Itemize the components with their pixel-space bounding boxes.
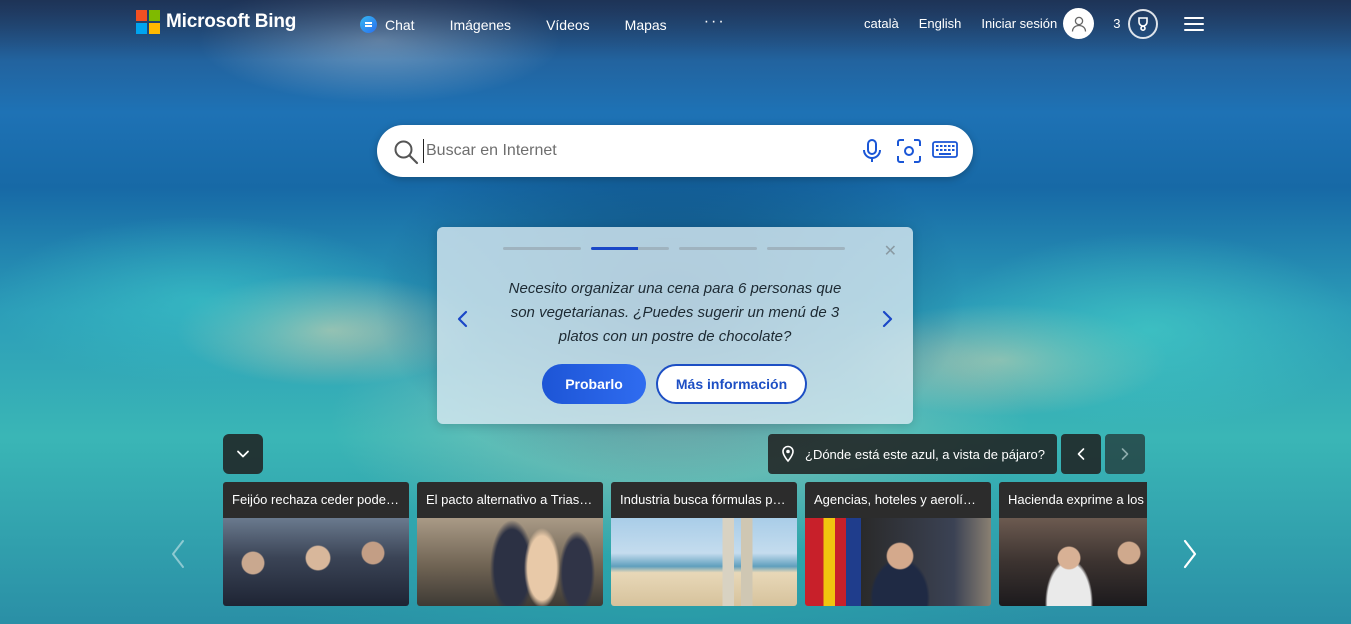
progress-step[interactable]	[679, 247, 757, 250]
progress-step[interactable]	[503, 247, 581, 250]
news-next-arrow-icon[interactable]	[1182, 538, 1198, 575]
news-thumbnail	[999, 518, 1147, 606]
bing-logo[interactable]: Microsoft Bing	[136, 10, 296, 34]
news-card[interactable]: Agencias, hoteles y aerolíneas	[805, 482, 991, 606]
news-card[interactable]: Feijóo rechaza ceder poder a Junts	[223, 482, 409, 606]
nav-item-label: Chat	[385, 16, 415, 33]
collapse-feed-button[interactable]	[223, 434, 263, 474]
nav-item-images[interactable]: Imágenes	[450, 17, 511, 33]
more-menu-button[interactable]: ···	[704, 13, 726, 31]
chevron-down-icon	[237, 450, 249, 458]
nav-item-chat[interactable]: Chat	[360, 16, 415, 33]
search-input[interactable]	[423, 139, 803, 163]
logo-text: Microsoft Bing	[166, 11, 297, 32]
progress-step[interactable]	[767, 247, 845, 250]
news-thumbnail	[805, 518, 991, 606]
news-title: El pacto alternativo a Trias en Barcelon…	[417, 482, 603, 518]
news-title: Industria busca fórmulas para el turismo	[611, 482, 797, 518]
rewards-points[interactable]: 3	[1113, 16, 1120, 31]
main-nav: Chat Imágenes Vídeos Mapas ···	[360, 13, 761, 33]
avatar-icon	[1063, 8, 1095, 39]
news-card[interactable]: Industria busca fórmulas para el turismo	[611, 482, 797, 606]
news-card[interactable]: Hacienda exprime a los contribuyentes	[999, 482, 1147, 606]
more-info-button[interactable]: Más información	[656, 364, 807, 404]
news-thumbnail	[611, 518, 797, 606]
signin-label: Iniciar sesión	[981, 16, 1058, 31]
search-icon[interactable]	[393, 139, 419, 170]
try-it-button[interactable]: Probarlo	[542, 364, 646, 404]
chevron-left-icon[interactable]	[455, 309, 471, 329]
chevron-left-icon	[1077, 448, 1085, 460]
microphone-icon[interactable]	[861, 138, 883, 169]
carousel-progress	[503, 247, 845, 250]
news-thumbnail	[417, 518, 603, 606]
news-title: Agencias, hoteles y aerolíneas	[805, 482, 991, 518]
nav-item-videos[interactable]: Vídeos	[546, 17, 590, 33]
news-title: Hacienda exprime a los contribuyentes	[999, 482, 1147, 518]
signin-button[interactable]: Iniciar sesión	[981, 8, 1095, 39]
news-prev-arrow-icon[interactable]	[170, 538, 186, 575]
nav-item-label: Vídeos	[546, 16, 590, 33]
chat-suggestion-card: ✕ Necesito organizar una cena para 6 per…	[437, 227, 913, 424]
location-pin-icon	[782, 445, 794, 463]
nav-item-label: Mapas	[624, 16, 667, 33]
nav-item-label: Imágenes	[449, 16, 512, 33]
progress-step-active[interactable]	[591, 247, 669, 250]
search-box	[377, 125, 973, 177]
chevron-right-icon[interactable]	[879, 309, 895, 329]
language-english-link[interactable]: English	[919, 16, 962, 31]
microsoft-logo-icon	[136, 10, 160, 34]
news-thumbnail	[223, 518, 409, 606]
previous-image-button[interactable]	[1061, 434, 1101, 474]
top-header: Microsoft Bing Chat Imágenes Vídeos Mapa…	[0, 0, 1351, 48]
language-catalan-link[interactable]: català	[864, 16, 899, 31]
news-title: Feijóo rechaza ceder poder a Junts	[223, 482, 409, 518]
news-carousel: Feijóo rechaza ceder poder a Junts El pa…	[223, 482, 1147, 606]
header-right: català English Iniciar sesión 3	[864, 8, 1205, 39]
rewards-trophy-icon[interactable]	[1128, 8, 1159, 39]
news-card[interactable]: El pacto alternativo a Trias en Barcelon…	[417, 482, 603, 606]
suggestion-text: Necesito organizar una cena para 6 perso…	[508, 280, 842, 345]
image-caption: ¿Dónde está este azul, a vista de pájaro…	[805, 446, 1045, 462]
image-info-button[interactable]: ¿Dónde está este azul, a vista de pájaro…	[768, 434, 1057, 474]
chevron-right-icon	[1121, 448, 1129, 460]
keyboard-icon[interactable]	[932, 140, 958, 165]
chat-icon	[360, 16, 377, 33]
next-image-button[interactable]	[1105, 434, 1145, 474]
close-icon[interactable]: ✕	[884, 241, 897, 261]
hamburger-menu-icon[interactable]	[1184, 16, 1205, 31]
nav-item-maps[interactable]: Mapas	[625, 17, 667, 33]
visual-search-icon[interactable]	[896, 138, 922, 169]
